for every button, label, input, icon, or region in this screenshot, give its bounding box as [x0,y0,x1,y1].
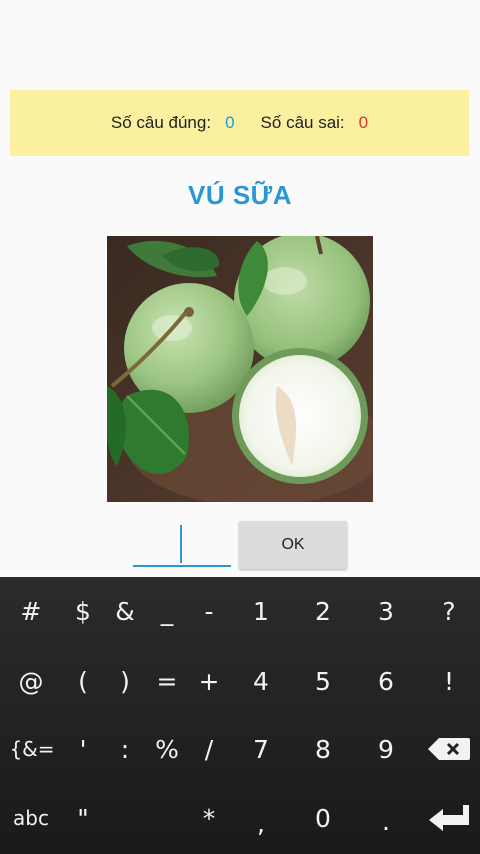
key-comma[interactable]: , [231,793,291,853]
fruit-image [107,236,373,502]
key-double-quote[interactable]: " [53,788,113,848]
enter-key[interactable] [419,788,479,848]
key-0[interactable]: 0 [293,788,353,848]
key-abc[interactable]: abc [1,788,61,848]
key-slash[interactable]: / [179,719,239,779]
key-5[interactable]: 5 [293,651,353,711]
key-6[interactable]: 6 [356,651,416,711]
enter-icon [429,805,469,831]
score-bar: Số câu đúng: 0 Số câu sai: 0 [10,90,469,156]
backspace-key[interactable] [419,719,479,779]
key-period[interactable]: . [356,791,416,851]
backspace-icon [428,738,470,760]
key-exclamation[interactable]: ! [419,651,479,711]
key-7[interactable]: 7 [231,719,291,779]
key-9[interactable]: 9 [356,719,416,779]
ok-button[interactable]: OK [239,521,347,569]
key-8[interactable]: 8 [293,719,353,779]
fruit-word-title: VÚ SỮA [187,180,293,210]
key-at[interactable]: @ [1,651,61,711]
key-minus[interactable]: - [179,581,239,641]
key-1[interactable]: 1 [231,581,291,641]
key-asterisk[interactable]: * [179,788,239,848]
key-plus[interactable]: + [179,651,239,711]
answer-input[interactable] [133,520,231,567]
key-3[interactable]: 3 [356,581,416,641]
correct-count-value: 0 [225,113,235,132]
star-apple-illustration [107,236,373,502]
key-question[interactable]: ? [419,581,479,641]
wrong-count-value: 0 [358,113,369,132]
keyboard: # $ & _ - 1 2 3 ? @ ( ) = + 4 5 6 ! {&= … [0,577,480,854]
correct-count-label: Số câu đúng: [110,113,212,132]
key-4[interactable]: 4 [231,651,291,711]
key-hash[interactable]: # [1,581,61,641]
answer-input-underline [133,565,231,567]
key-2[interactable]: 2 [293,581,353,641]
wrong-count-label: Số câu sai: [260,113,345,132]
text-cursor [180,525,182,563]
